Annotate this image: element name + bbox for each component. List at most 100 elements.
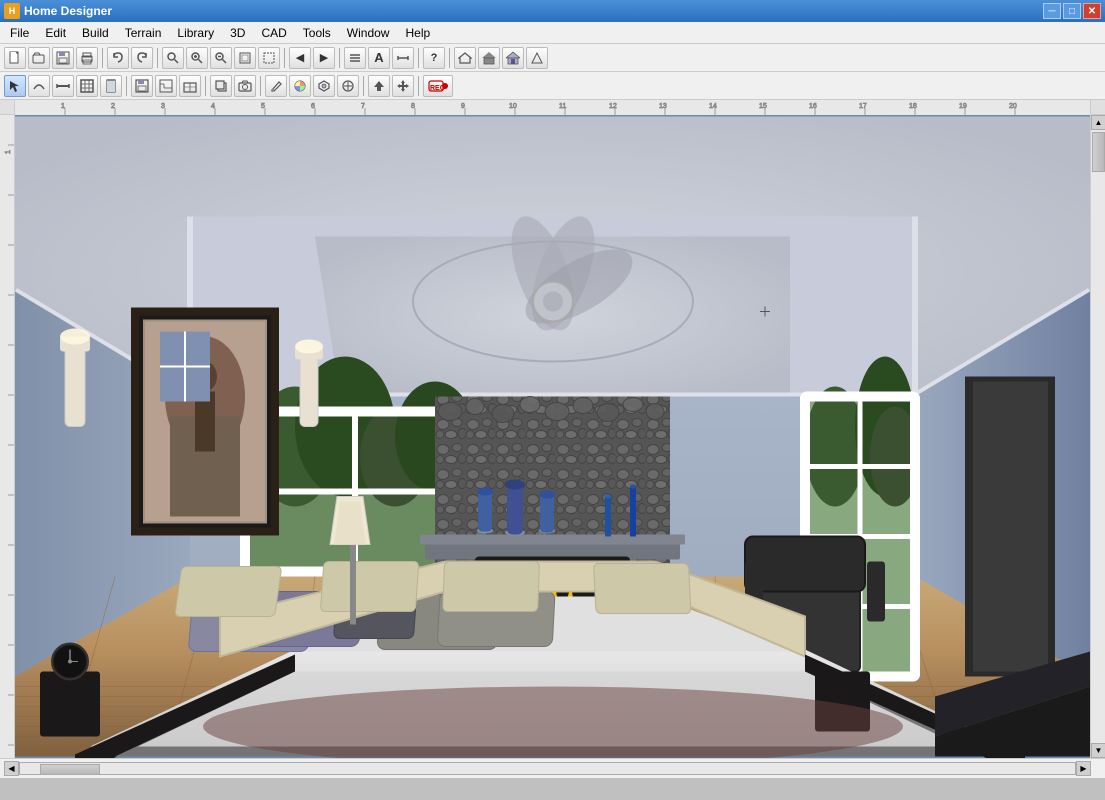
close-button[interactable]: ✕ — [1083, 3, 1101, 19]
help-button[interactable]: ? — [423, 47, 445, 69]
sep-t2-1 — [126, 76, 127, 96]
scroll-track — [1091, 130, 1105, 743]
svg-text:19: 19 — [959, 103, 967, 110]
menu-help[interactable]: Help — [397, 24, 438, 42]
menu-edit[interactable]: Edit — [37, 24, 74, 42]
color-wheel-button[interactable] — [289, 75, 311, 97]
sep6 — [449, 48, 450, 68]
hscroll-thumb[interactable] — [40, 764, 100, 775]
material-button[interactable] — [313, 75, 335, 97]
view-house3-button[interactable] — [502, 47, 524, 69]
menu-library[interactable]: Library — [169, 24, 222, 42]
menu-window[interactable]: Window — [339, 24, 398, 42]
svg-text:20: 20 — [1009, 103, 1017, 110]
scroll-right-button[interactable]: ▶ — [1076, 761, 1091, 776]
menu-cad[interactable]: CAD — [253, 24, 294, 42]
status-left: ◀ ▶ — [4, 761, 1091, 776]
scroll-thumb[interactable] — [1092, 132, 1105, 172]
menu-bar: File Edit Build Terrain Library 3D CAD T… — [0, 22, 1105, 44]
nav-back-button[interactable]: ◀ — [289, 47, 311, 69]
sep1 — [102, 48, 103, 68]
svg-text:6: 6 — [311, 103, 315, 110]
save2-button[interactable] — [131, 75, 153, 97]
minimize-button[interactable]: ─ — [1043, 3, 1061, 19]
move-tool-button[interactable] — [392, 75, 414, 97]
sep-t2-4 — [363, 76, 364, 96]
symbol-button[interactable] — [337, 75, 359, 97]
zoom-out-button[interactable] — [210, 47, 232, 69]
toolbar2: REC — [0, 72, 1105, 100]
redo-button[interactable] — [131, 47, 153, 69]
app-title: Home Designer — [24, 4, 1043, 18]
top-ruler: 1 2 3 4 5 6 7 8 9 10 11 12 13 14 15 16 1 — [15, 100, 1090, 115]
fit-view-button[interactable] — [234, 47, 256, 69]
scroll-up-button[interactable]: ▲ — [1091, 115, 1105, 130]
right-scrollbar: ▲ ▼ — [1090, 115, 1105, 758]
arrow-up-button[interactable] — [368, 75, 390, 97]
title-bar: H Home Designer ─ □ ✕ — [0, 0, 1105, 22]
svg-text:2: 2 — [111, 103, 115, 110]
hscroll-track — [19, 762, 1076, 775]
measure-button[interactable] — [392, 47, 414, 69]
wall-tool-button[interactable] — [76, 75, 98, 97]
svg-text:18: 18 — [909, 103, 917, 110]
top-ruler-spacer — [1090, 100, 1105, 115]
text-tool-button[interactable]: A — [368, 47, 390, 69]
svg-text:11: 11 — [559, 103, 566, 110]
new-button[interactable] — [4, 47, 26, 69]
polyline-tool-button[interactable] — [28, 75, 50, 97]
status-bar: ◀ ▶ — [0, 758, 1105, 778]
find-button[interactable] — [162, 47, 184, 69]
door-button[interactable] — [100, 75, 122, 97]
menu-tools[interactable]: Tools — [295, 24, 339, 42]
scene-viewport — [15, 115, 1090, 758]
stairs-button[interactable] — [155, 75, 177, 97]
camera-button[interactable] — [234, 75, 256, 97]
svg-text:5: 5 — [261, 103, 265, 110]
svg-text:8: 8 — [411, 103, 415, 110]
save-button[interactable] — [52, 47, 74, 69]
svg-text:14: 14 — [709, 103, 717, 110]
svg-text:16: 16 — [809, 103, 817, 110]
sep5 — [418, 48, 419, 68]
wall-dimension-button[interactable] — [52, 75, 74, 97]
scroll-left-button[interactable]: ◀ — [4, 761, 19, 776]
menu-3d[interactable]: 3D — [222, 24, 253, 42]
zoom-in-button[interactable] — [186, 47, 208, 69]
svg-text:4: 4 — [211, 103, 215, 110]
view-house2-button[interactable] — [478, 47, 500, 69]
undo-button[interactable] — [107, 47, 129, 69]
paint-button[interactable] — [265, 75, 287, 97]
svg-text:12: 12 — [609, 103, 617, 110]
select-tool-button[interactable] — [4, 75, 26, 97]
view-house1-button[interactable] — [454, 47, 476, 69]
ruler-area: 1 2 3 4 5 6 7 8 9 10 11 12 13 14 15 16 1 — [0, 100, 1105, 758]
app-icon: H — [4, 3, 20, 19]
menu-file[interactable]: File — [2, 24, 37, 42]
nav-forward-button[interactable]: ▶ — [313, 47, 335, 69]
copy-button[interactable] — [210, 75, 232, 97]
zoom-area-button[interactable] — [258, 47, 280, 69]
svg-text:1: 1 — [5, 150, 12, 154]
scroll-down-button[interactable]: ▼ — [1091, 743, 1105, 758]
menu-terrain[interactable]: Terrain — [117, 24, 170, 42]
sep2 — [157, 48, 158, 68]
menu-build[interactable]: Build — [74, 24, 117, 42]
sep3 — [284, 48, 285, 68]
view-house4-button[interactable] — [526, 47, 548, 69]
cabinet-button[interactable] — [179, 75, 201, 97]
svg-text:3: 3 — [161, 103, 165, 110]
print-button[interactable] — [76, 47, 98, 69]
svg-text:9: 9 — [461, 103, 465, 110]
svg-text:15: 15 — [759, 103, 767, 110]
svg-text:10: 10 — [509, 103, 517, 110]
maximize-button[interactable]: □ — [1063, 3, 1081, 19]
svg-text:7: 7 — [361, 103, 365, 110]
sep4 — [339, 48, 340, 68]
svg-text:1: 1 — [61, 103, 65, 110]
toolbar1: ◀ ▶ A ? — [0, 44, 1105, 72]
open-button[interactable] — [28, 47, 50, 69]
record-button[interactable]: REC — [423, 75, 453, 97]
layers-button[interactable] — [344, 47, 366, 69]
sep-t2-5 — [418, 76, 419, 96]
